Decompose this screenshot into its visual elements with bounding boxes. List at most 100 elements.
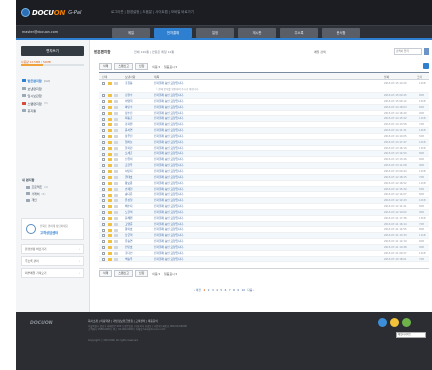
logo[interactable]: DOCUON G-Pal <box>21 8 81 17</box>
row-sender[interactable]: 오세훈 <box>125 151 132 156</box>
row-subject[interactable]: 전자결재 승인 요청입니다. <box>154 245 184 250</box>
refresh-icon[interactable] <box>423 63 429 69</box>
row-sender[interactable]: 윤서연 <box>125 128 132 133</box>
table-row[interactable]: 홍길동 전자결재 승인 요청입니다. └ 결재 문서를 확인하여 주시기 바랍니다.… <box>99 81 429 93</box>
row-subject[interactable]: 전자결재 승인 요청입니다. <box>154 192 184 197</box>
bottom-toolbar-dropdown-0[interactable]: 이동 ▾ <box>152 272 160 276</box>
row-subject[interactable]: 전자결재 승인 요청입니다. <box>154 134 184 139</box>
toolbar-button-1[interactable]: 스팸신고 <box>114 63 133 70</box>
row-sender[interactable]: 배수지 <box>125 204 132 209</box>
pager-page-10[interactable]: 10 <box>242 288 245 292</box>
toolbar-dropdown-0[interactable]: 이동 ▾ <box>152 65 160 69</box>
row-checkbox[interactable] <box>102 140 105 144</box>
sidebar-folder-3[interactable]: 스팸편지함 (3) <box>22 100 86 108</box>
row-checkbox[interactable] <box>102 135 105 139</box>
column-subject[interactable]: 제목 <box>154 75 159 79</box>
pager-page-3[interactable]: 3 <box>212 288 214 292</box>
row-checkbox[interactable] <box>102 94 105 98</box>
row-subject[interactable]: 전자결재 승인 요청입니다. <box>154 239 184 244</box>
tab-4[interactable]: 주소록 <box>280 27 318 38</box>
row-subject[interactable]: 전자결재 승인 요청입니다. <box>154 227 184 232</box>
row-subject[interactable]: 전자결재 승인 요청입니다. <box>154 257 184 262</box>
row-checkbox[interactable] <box>102 117 105 121</box>
bottom-toolbar-button-2[interactable]: 답장 <box>134 270 149 277</box>
column-check[interactable]: 선택 <box>102 75 107 79</box>
row-sender[interactable]: 장우진 <box>125 134 132 139</box>
pager-page-6[interactable]: 6 <box>225 288 227 292</box>
row-checkbox[interactable] <box>102 105 105 109</box>
tab-3[interactable]: 게시판 <box>238 27 276 38</box>
row-checkbox[interactable] <box>102 234 105 238</box>
row-subject[interactable]: 전자결재 승인 요청입니다. <box>154 163 184 168</box>
row-sender[interactable]: 이영희 <box>125 99 132 104</box>
row-sender[interactable]: 정수진 <box>125 111 132 116</box>
row-subject[interactable]: 전자결재 승인 요청입니다. <box>154 151 184 156</box>
row-subject[interactable]: 전자결재 승인 요청입니다. <box>154 222 184 227</box>
row-subject[interactable]: 전자결재 승인 요청입니다. <box>154 210 184 215</box>
tab-0[interactable]: 메일 <box>112 27 150 38</box>
row-sender[interactable]: 유상철 <box>125 198 132 203</box>
sidebar-folder-1[interactable]: 보낸편지함 <box>22 85 86 93</box>
pager-page-8[interactable]: 8 <box>233 288 235 292</box>
row-sender[interactable]: 홍다인 <box>125 251 132 256</box>
row-subject[interactable]: 전자결재 승인 요청입니다. <box>154 122 184 127</box>
row-subject[interactable]: 전자결재 승인 요청입니다. <box>154 157 184 162</box>
write-mail-button[interactable]: 편지쓰기 <box>21 46 84 56</box>
table-row[interactable]: 백승우 전자결재 승인 요청입니다. 2013-07-10 18:01 7KB <box>99 256 429 263</box>
pager-page-7[interactable]: 7 <box>229 288 231 292</box>
row-checkbox[interactable] <box>102 240 105 244</box>
row-sender[interactable]: 노현석 <box>125 210 132 215</box>
row-sender[interactable]: 김철수 <box>125 93 132 98</box>
row-checkbox[interactable] <box>102 211 105 215</box>
row-subject[interactable]: 전자결재 승인 요청입니다. <box>154 140 184 145</box>
row-sender[interactable]: 권태호 <box>125 175 132 180</box>
row-sender[interactable]: 박민수 <box>125 105 132 110</box>
row-sender[interactable]: 서민지 <box>125 169 132 174</box>
row-subject[interactable]: 전자결재 승인 요청입니다. <box>154 251 184 256</box>
family-site-select[interactable]: 패밀리사이트 <box>396 332 426 338</box>
column-date[interactable]: 날짜 <box>384 75 389 79</box>
pager-next[interactable]: 다음 › <box>247 288 254 292</box>
row-sender[interactable]: 한지민 <box>125 146 132 151</box>
tab-5[interactable]: 문서함 <box>322 27 360 38</box>
row-subject[interactable]: 전자결재 승인 요청입니다. <box>154 187 184 192</box>
tab-1[interactable]: 전자결재 <box>154 27 192 38</box>
row-checkbox[interactable] <box>102 205 105 209</box>
row-subject[interactable]: 전자결재 승인 요청입니다. <box>154 216 184 221</box>
search-button[interactable] <box>424 48 429 55</box>
row-subject[interactable]: 전자결재 승인 요청입니다. <box>154 169 184 174</box>
row-subject[interactable]: 전자결재 승인 요청입니다. <box>154 81 184 86</box>
support-banner[interactable]: 전화로 편하게 상담하세요 고객상담센터 <box>21 218 84 240</box>
row-checkbox[interactable] <box>102 146 105 150</box>
top-links[interactable]: 로그아웃 | 환경설정 | 도움말 | 사이트맵 | 모바일 바로가기 <box>111 9 194 14</box>
row-checkbox[interactable] <box>102 246 105 250</box>
toolbar-button-2[interactable]: 답장 <box>134 63 149 70</box>
row-checkbox[interactable] <box>102 228 105 232</box>
row-checkbox[interactable] <box>102 152 105 156</box>
row-checkbox[interactable] <box>102 199 105 203</box>
sidebar-folder-4[interactable]: 휴지통 <box>22 107 86 115</box>
bottom-toolbar-button-0[interactable]: 삭제 <box>99 270 113 277</box>
toolbar-button-0[interactable]: 삭제 <box>99 63 113 70</box>
search-input[interactable] <box>394 48 422 55</box>
sidebar-folder-2[interactable]: 임시보관함 <box>22 92 86 100</box>
row-checkbox[interactable] <box>102 129 105 133</box>
row-sender[interactable]: 임하늘 <box>125 140 132 145</box>
row-checkbox[interactable] <box>102 251 105 255</box>
row-subject[interactable]: 전자결재 승인 요청입니다. <box>154 111 184 116</box>
row-checkbox[interactable] <box>102 111 105 115</box>
tab-2[interactable]: 일정 <box>196 27 234 38</box>
row-checkbox[interactable] <box>102 181 105 185</box>
row-checkbox[interactable] <box>102 123 105 127</box>
row-checkbox[interactable] <box>102 164 105 168</box>
my-folder-2[interactable]: 개인 <box>26 197 48 204</box>
row-sender[interactable]: 황보람 <box>125 181 132 186</box>
row-checkbox[interactable] <box>102 187 105 191</box>
row-sender[interactable]: 류승연 <box>125 239 132 244</box>
row-sender[interactable]: 조현우 <box>125 163 132 168</box>
row-subject[interactable]: 전자결재 승인 요청입니다. <box>154 204 184 209</box>
row-checkbox[interactable] <box>102 100 105 104</box>
row-checkbox[interactable] <box>102 216 105 220</box>
pager-page-9[interactable]: 9 <box>237 288 239 292</box>
row-sender[interactable]: 강지원 <box>125 122 132 127</box>
